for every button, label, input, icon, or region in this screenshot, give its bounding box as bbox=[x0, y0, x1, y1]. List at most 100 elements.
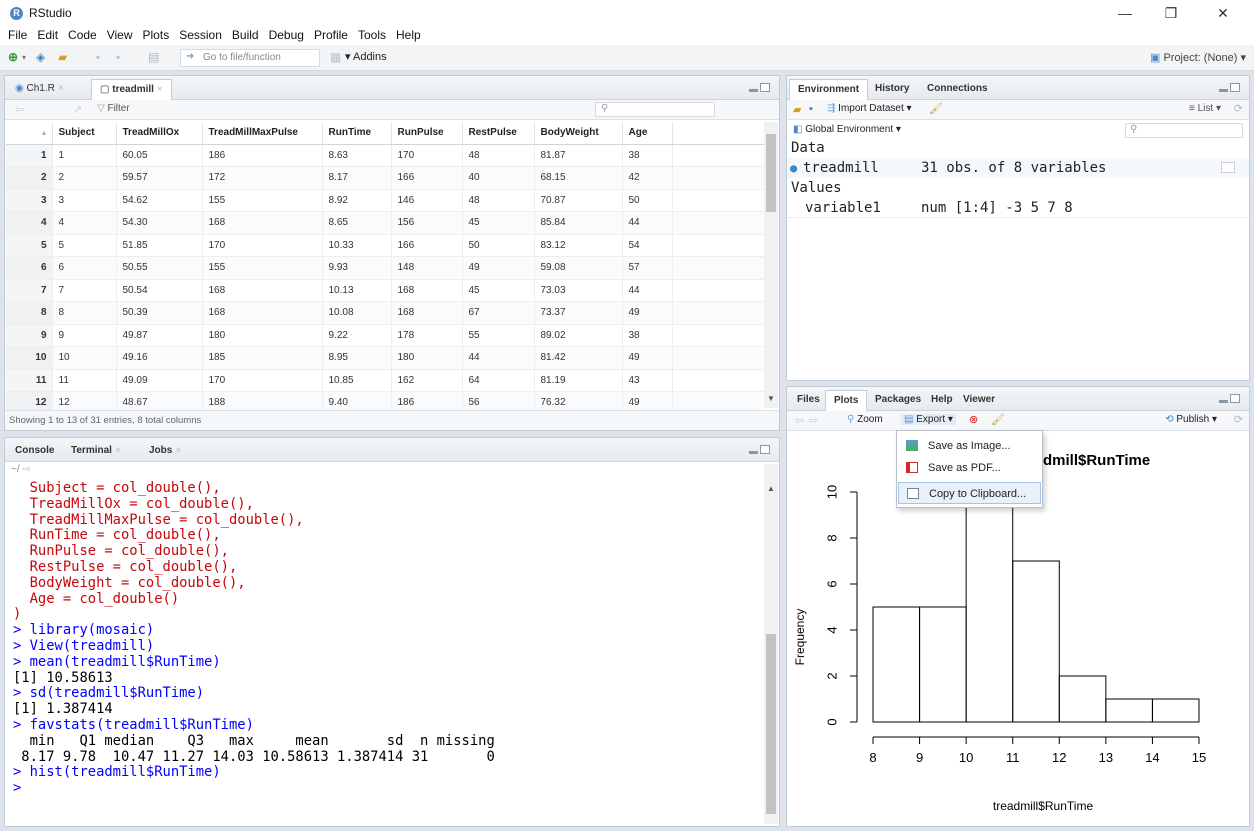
maximize-button[interactable]: ❐ bbox=[1148, 0, 1194, 26]
broom-icon[interactable]: 🖌 bbox=[991, 413, 1005, 426]
col-header-runpulse[interactable]: RunPulse bbox=[391, 122, 463, 145]
load-workspace-icon[interactable]: ▰ bbox=[793, 103, 801, 116]
tab-treadmill[interactable]: ▢ treadmill × bbox=[91, 79, 172, 100]
list-icon: ≡ bbox=[1189, 103, 1198, 114]
tab-console[interactable]: Console bbox=[7, 441, 62, 462]
table-row[interactable]: 1 1 60.05 186 8.63 170 48 81.87 38 bbox=[6, 144, 766, 167]
env-row-treadmill[interactable]: ● treadmill 31 obs. of 8 variables bbox=[787, 158, 1249, 178]
goto-file-input[interactable]: Go to file/function bbox=[180, 49, 320, 67]
env-row-variable1[interactable]: variable1 num [1:4] -3 5 7 8 bbox=[787, 198, 1249, 218]
table-scrollbar[interactable]: ▼ bbox=[764, 122, 778, 408]
save-as-image-item[interactable]: Save as Image... bbox=[898, 435, 1041, 457]
refresh-icon[interactable]: ⟳ bbox=[1234, 102, 1243, 115]
col-header-age[interactable]: Age bbox=[622, 122, 673, 145]
refresh-icon[interactable]: ⟳ bbox=[1234, 413, 1243, 426]
publish-button[interactable]: ⟲ Publish ▾ bbox=[1165, 414, 1217, 425]
delete-plot-icon[interactable]: ⊗ bbox=[969, 413, 978, 426]
save-icon[interactable]: ▪ bbox=[96, 50, 100, 64]
save-all-icon[interactable]: ▪ bbox=[116, 50, 120, 64]
console-scrollbar[interactable]: ▲ bbox=[764, 464, 778, 824]
pane-minmax-buttons[interactable] bbox=[749, 83, 771, 93]
table-row[interactable]: 6 6 50.55 155 9.93 148 49 59.08 57 bbox=[6, 256, 766, 280]
zoom-button[interactable]: ⚲ Zoom bbox=[847, 414, 883, 425]
table-scrollbar-thumb[interactable] bbox=[766, 134, 776, 212]
table-row[interactable]: 9 9 49.87 180 9.22 178 55 89.02 38 bbox=[6, 324, 766, 347]
filter-button[interactable]: ▽ Filter bbox=[97, 103, 130, 114]
close-tab-icon[interactable]: × bbox=[175, 445, 181, 456]
menu-view[interactable]: View bbox=[102, 26, 138, 45]
close-tab-icon[interactable]: × bbox=[115, 445, 121, 456]
new-project-icon[interactable]: ◈ bbox=[36, 50, 45, 64]
table-row[interactable]: 2 2 59.57 172 8.17 166 40 68.15 42 bbox=[6, 166, 766, 190]
menu-code[interactable]: Code bbox=[63, 26, 102, 45]
table-row[interactable]: 8 8 50.39 168 10.08 168 67 73.37 49 bbox=[6, 301, 766, 325]
save-as-pdf-item[interactable]: Save as PDF... bbox=[898, 457, 1041, 479]
export-button[interactable]: ▤ Export ▾ bbox=[901, 414, 956, 425]
copy-to-clipboard-item[interactable]: Copy to Clipboard... bbox=[898, 482, 1041, 504]
minimize-button[interactable]: — bbox=[1102, 0, 1148, 26]
table-row[interactable]: 11 11 49.09 170 10.85 162 64 81.19 43 bbox=[6, 369, 766, 392]
col-header-subject[interactable]: Subject bbox=[52, 122, 117, 145]
table-row[interactable]: 5 5 51.85 170 10.33 166 50 83.12 54 bbox=[6, 234, 766, 257]
tab-connections[interactable]: Connections bbox=[919, 79, 996, 100]
table-row[interactable]: 10 10 49.16 185 8.95 180 44 81.42 49 bbox=[6, 346, 766, 370]
print-icon[interactable]: ▤ bbox=[148, 50, 159, 64]
view-table-icon[interactable] bbox=[1221, 162, 1235, 173]
menu-plots[interactable]: Plots bbox=[138, 26, 175, 45]
pane-minmax-buttons[interactable] bbox=[749, 445, 771, 455]
tab-jobs[interactable]: Jobs × bbox=[141, 441, 189, 462]
dropdown-arrow-icon[interactable]: ▾ bbox=[22, 53, 26, 62]
tab-environment[interactable]: Environment bbox=[789, 79, 869, 100]
tab-ch1-r[interactable]: ◉ Ch1.R × bbox=[7, 79, 72, 100]
new-file-icon[interactable]: ⊕ bbox=[8, 50, 18, 64]
tab-packages[interactable]: Packages bbox=[867, 390, 929, 411]
table-row[interactable]: 4 4 54.30 168 8.65 156 45 85.84 44 bbox=[6, 211, 766, 235]
import-dataset-button[interactable]: ⇶ Import Dataset ▾ bbox=[827, 103, 912, 114]
pane-minmax-buttons[interactable] bbox=[1219, 83, 1241, 93]
menu-session[interactable]: Session bbox=[174, 26, 227, 45]
project-menu[interactable]: ▣ Project: (None) ▾ bbox=[1150, 51, 1246, 64]
scroll-down-icon[interactable]: ▼ bbox=[767, 394, 775, 403]
tab-plots[interactable]: Plots bbox=[825, 390, 868, 411]
scope-selector[interactable]: ◧ Global Environment ▾ bbox=[793, 124, 901, 135]
tab-terminal[interactable]: Terminal × bbox=[63, 441, 129, 462]
tab-files[interactable]: Files bbox=[789, 390, 828, 411]
back-arrow-icon[interactable]: ⇦ bbox=[15, 103, 24, 116]
console-output[interactable]: Subject = col_double(), TreadMillOx = co… bbox=[13, 480, 495, 797]
broom-icon[interactable]: 🖌 bbox=[929, 102, 943, 115]
col-header-runtime[interactable]: RunTime bbox=[322, 122, 392, 145]
menu-debug[interactable]: Debug bbox=[264, 26, 309, 45]
expand-icon[interactable]: ● bbox=[790, 158, 797, 178]
table-search-input[interactable]: ⚲ bbox=[595, 102, 715, 117]
menu-edit[interactable]: Edit bbox=[32, 26, 63, 45]
open-file-icon[interactable]: ▰ bbox=[58, 50, 67, 64]
back-arrow-icon[interactable]: ⇦ bbox=[795, 414, 804, 427]
save-workspace-icon[interactable]: ▪ bbox=[809, 103, 813, 115]
col-header-bodyweight[interactable]: BodyWeight bbox=[534, 122, 623, 145]
table-row[interactable]: 3 3 54.62 155 8.92 146 48 70.87 50 bbox=[6, 189, 766, 212]
col-header-treadmillmaxpulse[interactable]: TreadMillMaxPulse bbox=[202, 122, 323, 145]
list-view-menu[interactable]: ≡ List ▾ bbox=[1189, 103, 1221, 114]
forward-arrow-icon[interactable]: ⇨ bbox=[809, 414, 818, 427]
addins-menu[interactable]: ▾ Addins bbox=[345, 50, 387, 63]
grid-icon[interactable]: ▦ bbox=[330, 50, 341, 64]
refresh-icon[interactable]: ↗ bbox=[73, 103, 82, 116]
environment-search-input[interactable]: ⚲ bbox=[1125, 123, 1243, 138]
col-header-rownum[interactable]: ▲ bbox=[6, 122, 53, 145]
close-button[interactable]: ✕ bbox=[1200, 0, 1246, 26]
col-header-treadmillox[interactable]: TreadMillOx bbox=[116, 122, 203, 145]
pane-minmax-buttons[interactable] bbox=[1219, 394, 1241, 404]
menu-file[interactable]: File bbox=[0, 26, 32, 45]
table-row[interactable]: 7 7 50.54 168 10.13 168 45 73.03 44 bbox=[6, 279, 766, 302]
tab-history[interactable]: History bbox=[867, 79, 917, 100]
menu-profile[interactable]: Profile bbox=[309, 26, 353, 45]
col-header-restpulse[interactable]: RestPulse bbox=[462, 122, 535, 145]
menu-help[interactable]: Help bbox=[391, 26, 426, 45]
console-scrollbar-thumb[interactable] bbox=[766, 634, 776, 814]
tab-viewer[interactable]: Viewer bbox=[955, 390, 1003, 411]
close-tab-icon[interactable]: × bbox=[157, 84, 163, 95]
close-tab-icon[interactable]: × bbox=[58, 83, 64, 94]
menu-build[interactable]: Build bbox=[227, 26, 264, 45]
scroll-up-icon[interactable]: ▲ bbox=[767, 484, 775, 493]
menu-tools[interactable]: Tools bbox=[353, 26, 391, 45]
